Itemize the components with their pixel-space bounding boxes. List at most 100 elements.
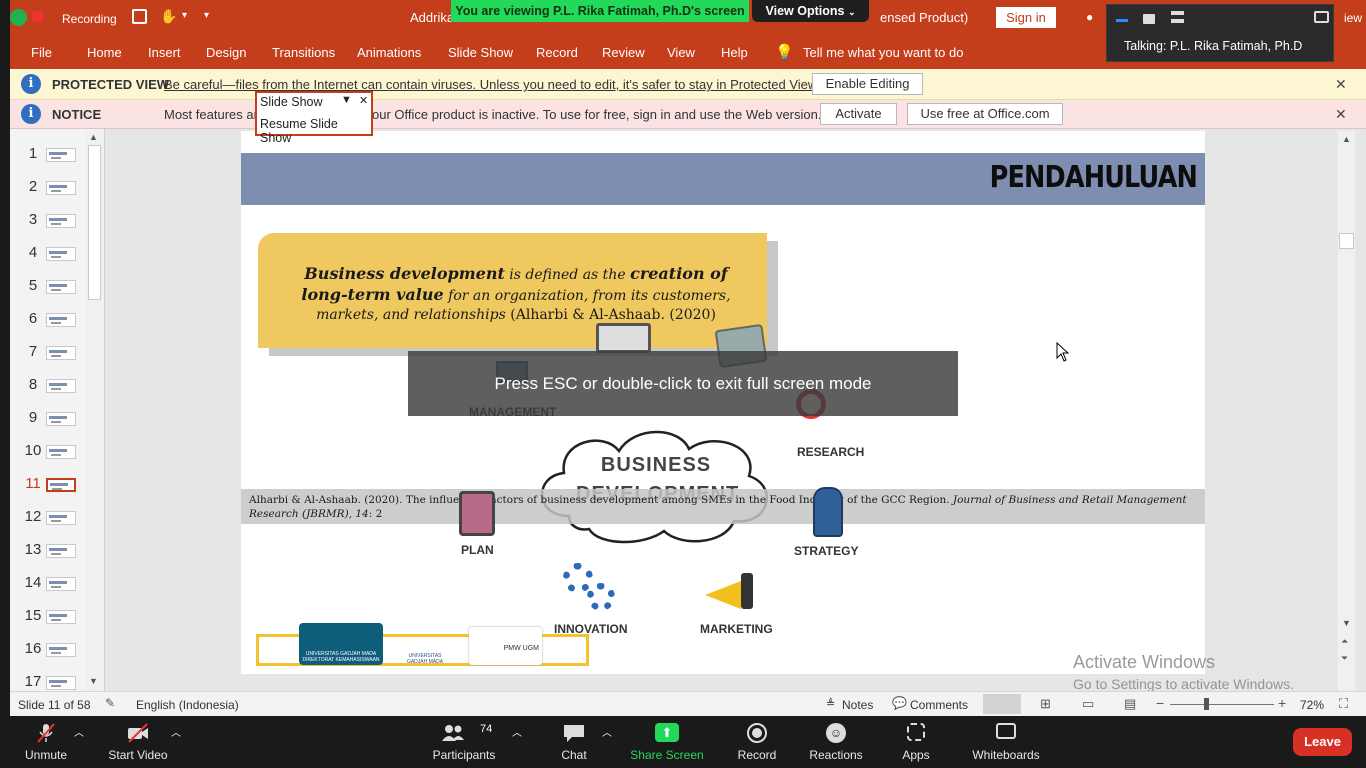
scroll-down-icon[interactable]: ▼ xyxy=(1342,618,1351,628)
zoom-slider-handle[interactable] xyxy=(1204,698,1209,710)
tell-me-search[interactable]: Tell me what you want to do xyxy=(803,45,963,60)
close-icon[interactable]: ✕ xyxy=(359,94,368,107)
notice-message: our Office product is inactive. To use f… xyxy=(372,107,822,122)
pause-icon[interactable] xyxy=(132,9,147,24)
thumbnail-image xyxy=(46,445,76,459)
zoom-in-icon[interactable]: + xyxy=(1278,695,1286,711)
logo-text: UNIVERSITAS GADJAH MADA xyxy=(406,653,444,665)
protected-view-title: PROTECTED VIEW xyxy=(52,77,170,92)
video-off-icon xyxy=(128,723,148,743)
thumbnail-scrollbar[interactable]: ▲ ▼ xyxy=(86,129,103,691)
spelling-check-icon[interactable]: ✎ xyxy=(105,696,115,710)
comments-button[interactable]: Comments xyxy=(910,698,968,712)
fit-to-window-icon[interactable]: ⛶ xyxy=(1339,696,1348,712)
menu-help[interactable]: Help xyxy=(721,45,748,60)
menu-record[interactable]: Record xyxy=(536,45,578,60)
ugm-logo: UNIVERSITAS GADJAH MADA xyxy=(404,625,446,665)
zoom-out-icon[interactable]: − xyxy=(1156,695,1164,711)
video-options-chevron-icon[interactable]: ︿ xyxy=(171,724,181,739)
scrollbar-thumb[interactable] xyxy=(88,145,101,300)
record-button[interactable]: Record xyxy=(721,716,793,768)
participants-button[interactable]: 74 Participants xyxy=(428,716,500,768)
chat-button[interactable]: Chat xyxy=(538,716,610,768)
zoom-level[interactable]: 72% xyxy=(1300,698,1324,712)
talking-indicator-panel: Talking: P.L. Rika Fatimah, Ph.D xyxy=(1106,4,1334,62)
thumbnail-image xyxy=(46,379,76,393)
ugm-kemahasiswaan-logo: UNIVERSITAS GADJAH MADA DIREKTORAT KEMAH… xyxy=(299,623,383,665)
leave-button[interactable]: Leave xyxy=(1293,728,1352,756)
menu-review[interactable]: Review xyxy=(602,45,645,60)
thumbnail-image xyxy=(46,643,76,657)
reactions-icon: ☺ xyxy=(826,723,846,743)
thumbnail-number: 4 xyxy=(28,244,38,261)
menu-view[interactable]: View xyxy=(667,45,695,60)
next-slide-icon[interactable]: ⏷ xyxy=(1341,653,1348,664)
quick-access-dropdown-icon[interactable]: ▾ xyxy=(204,10,209,21)
thumbnail-number: 16 xyxy=(24,640,42,657)
thumbnail-image xyxy=(46,412,76,426)
close-icon[interactable]: ✕ xyxy=(1335,106,1347,123)
slide-sorter-icon[interactable]: ⊞ xyxy=(1040,696,1051,712)
shield-icon xyxy=(10,9,27,26)
activate-windows-watermark: Activate Windows Go to Settings to activ… xyxy=(1073,652,1294,692)
slideshow-view-icon[interactable]: ▤ xyxy=(1124,696,1136,712)
share-screen-label: Share Screen xyxy=(630,748,704,762)
scroll-down-icon[interactable]: ▼ xyxy=(89,676,98,686)
menu-file[interactable]: File xyxy=(31,45,52,60)
language-indicator[interactable]: English (Indonesia) xyxy=(136,698,239,712)
expand-icon[interactable] xyxy=(1314,11,1329,23)
pmw-ugm-logo: PMW UGM xyxy=(469,627,542,665)
thumbnail-view-icon[interactable] xyxy=(1143,14,1155,24)
apps-button[interactable]: Apps xyxy=(880,716,952,768)
slide-vertical-scrollbar[interactable]: ▲ ▼ ⏶ ⏷ xyxy=(1338,131,1355,691)
audio-options-chevron-icon[interactable]: ︿ xyxy=(74,724,84,739)
menu-home[interactable]: Home xyxy=(87,45,122,60)
share-screen-icon: ⬆ xyxy=(655,723,679,742)
zoom-slider-track[interactable] xyxy=(1170,704,1274,705)
share-screen-button[interactable]: ⬆ Share Screen xyxy=(627,716,707,768)
muted-mic-icon xyxy=(37,723,55,743)
notes-button[interactable]: Notes xyxy=(842,698,873,712)
menu-insert[interactable]: Insert xyxy=(148,45,181,60)
normal-view-button[interactable] xyxy=(983,694,1021,714)
scroll-up-icon[interactable]: ▲ xyxy=(89,132,98,142)
view-options-label: View Options xyxy=(765,4,845,18)
apps-label: Apps xyxy=(902,748,930,762)
sign-in-button[interactable]: Sign in xyxy=(996,7,1056,28)
whiteboards-button[interactable]: Whiteboards xyxy=(966,716,1046,768)
whiteboard-icon xyxy=(996,723,1016,739)
enable-editing-button[interactable]: Enable Editing xyxy=(812,73,923,95)
dropdown-icon[interactable]: ▼ xyxy=(341,94,352,106)
start-video-button[interactable]: Start Video xyxy=(102,716,174,768)
menu-design[interactable]: Design xyxy=(206,45,246,60)
view-options-button[interactable]: View Options ⌄ xyxy=(752,0,869,22)
scrollbar-thumb[interactable] xyxy=(1339,233,1354,249)
activate-windows-title: Activate Windows xyxy=(1073,652,1216,672)
zoom-control-bar: Unmute ︿ Start Video ︿ 74 Participants ︿… xyxy=(0,716,1366,768)
menu-transitions[interactable]: Transitions xyxy=(272,45,335,60)
menu-slide-show[interactable]: Slide Show xyxy=(448,45,513,60)
chevron-down-icon[interactable]: ▾ xyxy=(182,10,187,21)
protected-view-bar: i PROTECTED VIEW Be careful—files from t… xyxy=(10,69,1366,100)
menu-animations[interactable]: Animations xyxy=(357,45,421,60)
minimize-icon[interactable] xyxy=(1116,19,1128,22)
use-free-button[interactable]: Use free at Office.com xyxy=(907,103,1063,125)
previous-slide-icon[interactable]: ⏶ xyxy=(1341,636,1348,647)
close-icon[interactable]: ✕ xyxy=(1335,76,1347,93)
gallery-view-icon[interactable] xyxy=(1171,11,1184,23)
notice-title: NOTICE xyxy=(52,107,102,122)
slide-header-band: PENDAHULUAN xyxy=(241,153,1205,205)
hand-icon[interactable]: ✋ xyxy=(160,8,177,25)
resume-slide-show-link[interactable]: Resume Slide Show xyxy=(260,117,371,145)
protected-view-message[interactable]: Be careful—files from the Internet can c… xyxy=(164,77,820,92)
chat-chevron-icon[interactable]: ︿ xyxy=(602,724,612,739)
participants-chevron-icon[interactable]: ︿ xyxy=(512,724,522,739)
talking-label: Talking: P.L. Rika Fatimah, Ph.D xyxy=(1124,39,1303,53)
reading-view-icon[interactable]: ▭ xyxy=(1082,696,1094,712)
activate-button[interactable]: Activate xyxy=(820,103,897,125)
unmute-button[interactable]: Unmute xyxy=(10,716,82,768)
reactions-button[interactable]: ☺ Reactions xyxy=(800,716,872,768)
thumbnail-number: 5 xyxy=(28,277,38,294)
scroll-up-icon[interactable]: ▲ xyxy=(1342,134,1351,144)
thumbnail-number: 15 xyxy=(24,607,42,624)
